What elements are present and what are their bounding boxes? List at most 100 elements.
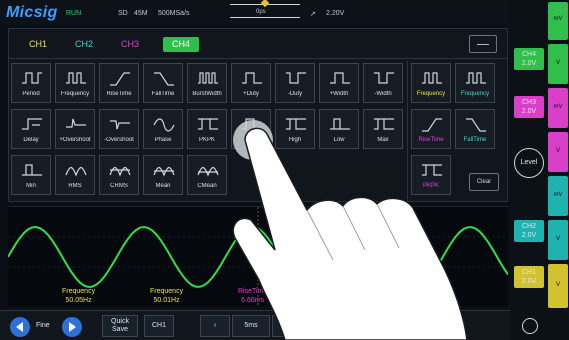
level-knob[interactable]: Level [514, 148, 544, 178]
selected-pkpk-button[interactable]: PKPK [411, 155, 451, 195]
waveform-icon [110, 120, 130, 130]
tab-ch2[interactable]: CH2 [67, 37, 101, 52]
waveform-icon [198, 118, 218, 130]
measure-min-button[interactable]: Min [11, 155, 51, 195]
measure-pkpk-button[interactable]: PKPK [187, 109, 227, 149]
measure-period-button[interactable]: Period [11, 63, 51, 103]
waveform-icon [286, 118, 306, 130]
selected-frequency-button[interactable]: Frequency [411, 63, 451, 103]
ch2-scale-strip[interactable]: V [548, 220, 568, 260]
measure-delay-button[interactable]: Delay [11, 109, 51, 149]
channel-tab-row: CH1 CH2 CH3 CH4 [9, 29, 507, 59]
waveform-icon [198, 72, 218, 84]
ch2-scale-strip-top[interactable]: mV [548, 176, 568, 216]
waveform-icon [66, 72, 86, 84]
waveform-icon [374, 72, 394, 84]
ch1-badge[interactable]: CH1 2.0V [514, 266, 544, 288]
measure-falltime-button[interactable]: FallTime [143, 63, 183, 103]
waveform-icon [466, 72, 486, 84]
selected-risetime-button[interactable]: RiseTime [411, 109, 451, 149]
waveform-icon [22, 164, 42, 176]
arrow-right-icon [69, 322, 76, 332]
measure-risetime-button[interactable]: RiseTime [99, 63, 139, 103]
measure-high-button[interactable]: High [275, 109, 315, 149]
waveform-icon [153, 166, 175, 177]
power-icon[interactable] [522, 318, 538, 334]
tab-ch3[interactable]: CH3 [113, 37, 147, 52]
ch2-badge[interactable]: CH2 2.0V [514, 220, 544, 242]
selected-frequency-button[interactable]: Frequency [455, 63, 495, 103]
sample-rate: 500MSa/s [158, 10, 190, 17]
waveform-icon [197, 166, 219, 177]
trigger-position-value: 0ps [256, 9, 266, 15]
ch4-badge[interactable]: CH4 2.0V [514, 48, 544, 70]
fine-right-button[interactable] [62, 317, 82, 337]
measure--overshoot-button[interactable]: +Overshoot [55, 109, 95, 149]
waveform-icon [22, 118, 42, 130]
waveform-icon [422, 164, 442, 176]
waveform-icon [65, 166, 87, 177]
brand-logo: Micsig [6, 4, 58, 21]
measure--width-button[interactable]: -Width [363, 63, 403, 103]
waveform-icon [154, 72, 174, 86]
measure-phase-button[interactable]: Phase [143, 109, 183, 149]
time-unit-button[interactable]: ms [272, 315, 302, 337]
time-cursor-button[interactable]: ‹ [200, 315, 230, 337]
measure--width-button[interactable]: +Width [319, 63, 359, 103]
waveform-icon [242, 118, 262, 130]
readout-frequency-1: Frequency 50.05Hz [62, 288, 96, 304]
memory-depth: 45M [134, 10, 148, 17]
trigger-edge-icon[interactable]: ↗ [310, 10, 316, 18]
waveform-icon [286, 72, 306, 84]
run-status[interactable]: RUN [66, 10, 81, 17]
clear-button[interactable]: Clear [469, 173, 499, 191]
measurement-panel: CH1 CH2 CH3 CH4 Period Frequency RiseTime F… [8, 28, 508, 202]
measure-burstwidth-button[interactable]: BurstWidth [187, 63, 227, 103]
measure-low-button[interactable]: Low [319, 109, 359, 149]
panel-close-button[interactable] [469, 35, 497, 53]
top-status-bar: Micsig RUN SD 45M 500MSa/s 0ps ↗ 2.20V [0, 0, 510, 24]
fine-left-button[interactable] [10, 317, 30, 337]
fine-label: Fine [36, 322, 50, 329]
measure-blank-button[interactable] [231, 109, 271, 149]
waveform-icon [66, 118, 86, 128]
ch1-scale-strip[interactable]: V [548, 264, 568, 308]
waveform-display[interactable]: Frequency 50.05Hz Frequency 50.01Hz RiseTi… [8, 206, 508, 307]
ch4-scale-strip-top[interactable]: mV [548, 2, 568, 40]
trigger-position-bar[interactable]: 0ps [230, 0, 300, 18]
ch4-scale-strip[interactable]: V [548, 44, 568, 84]
waveform-icon [330, 118, 350, 130]
readout-risetime: RiseTime 6.66ms [238, 288, 268, 304]
measure--overshoot-button[interactable]: -Overshoot [99, 109, 139, 149]
quick-save-button[interactable]: Quick Save [102, 315, 138, 337]
ch3-scale-strip-lower[interactable]: V [548, 132, 568, 172]
tab-ch1[interactable]: CH1 [21, 37, 55, 52]
trigger-level: 2.20V [326, 10, 345, 17]
measure-cmean-button[interactable]: CMean [187, 155, 227, 195]
ch3-badge[interactable]: CH3 2.0V [514, 96, 544, 118]
waveform-icon [22, 72, 42, 84]
waveform-icon [422, 72, 442, 84]
measure-rms-button[interactable]: RMS [55, 155, 95, 195]
waveform-icon [374, 118, 394, 130]
readout-frequency-2: Frequency 50.01Hz [150, 288, 184, 304]
waveform-icon [110, 72, 130, 86]
waveform-icon [242, 72, 262, 84]
panel-divider [407, 61, 408, 201]
waveform-icon [330, 72, 350, 84]
channel-select-button[interactable]: CH1 [144, 315, 174, 337]
tab-ch4[interactable]: CH4 [163, 37, 199, 52]
ch3-scale-strip[interactable]: mV [548, 88, 568, 128]
measure--duty-button[interactable]: -Duty [275, 63, 315, 103]
trigger-marker-icon [260, 0, 270, 8]
measure--duty-button[interactable]: +Duty [231, 63, 271, 103]
waveform-icon [153, 118, 175, 132]
timebase-button[interactable]: 5ms [232, 315, 270, 337]
measure-mean-button[interactable]: Mean [143, 155, 183, 195]
measure-crms-button[interactable]: CRMS [99, 155, 139, 195]
bottom-control-bar: Fine Quick Save CH1 ‹ 5ms ms [0, 310, 510, 340]
measure-max-button[interactable]: Max [363, 109, 403, 149]
selected-falltime-button[interactable]: FallTime [455, 109, 495, 149]
measure-frequency-button[interactable]: Frequency [55, 63, 95, 103]
waveform-icon [422, 118, 442, 132]
